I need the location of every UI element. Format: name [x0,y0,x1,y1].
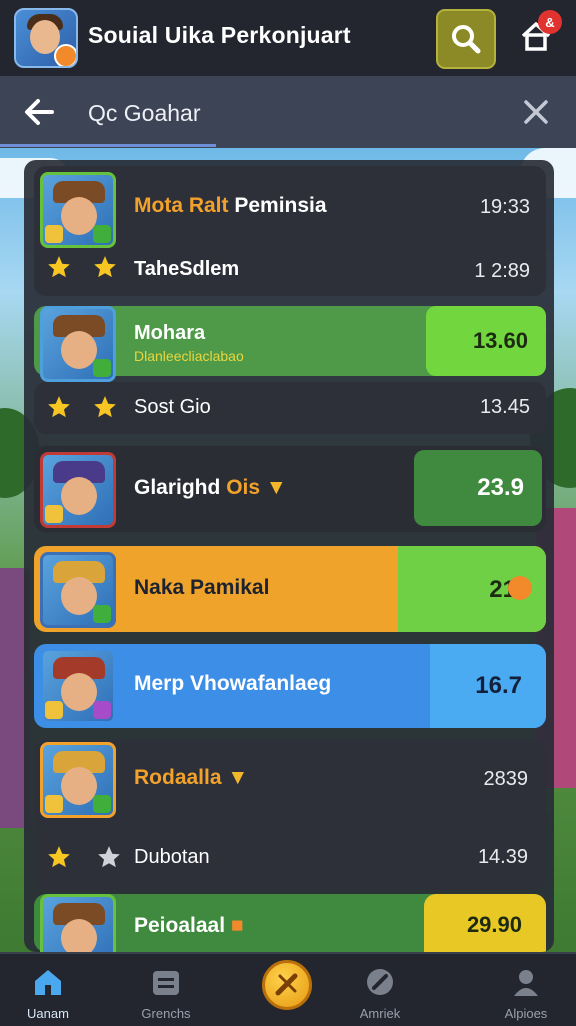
row-name-secondary: Ois [226,476,261,499]
list-item[interactable]: Peioalaal ■ 29.90 [34,894,546,952]
row-name: Rodaalla [134,766,222,789]
search-button[interactable] [436,9,496,69]
tag-icon: ■ [230,914,244,937]
row-value: 23.9 [477,474,524,501]
top-bar: Souial Uika Perkonjuart & [0,0,576,76]
list-item[interactable]: Sost Gio 13.45 [34,382,546,434]
row-value: 13.60 [472,328,528,353]
star-icon [98,846,120,868]
row-name: Peioalaal [134,914,226,937]
row-value: 2839 [483,768,529,790]
results-list: Mota Ralt Peminsia 19:33 TaheSdlem 1 2:8… [24,160,554,952]
row-value: 19:33 [479,196,530,218]
nav-grams[interactable]: Grenchs [118,960,214,1022]
star-icon [48,396,70,418]
list-item[interactable]: Glarighd Ois ▼ 23.9 [34,446,546,532]
grams-nav-icon [153,971,179,995]
level-badge [54,44,76,66]
row-name: Dubotan [134,846,210,868]
row-subtitle: Dlanleecliaclabao [134,348,244,364]
avatar [40,894,116,952]
star-icon [48,256,70,278]
avatar [40,742,116,818]
star-icon [48,846,70,868]
nav-grams-label: Grenchs [141,1006,191,1021]
list-item[interactable]: Mota Ralt Peminsia 19:33 TaheSdlem 1 2:8… [34,166,546,296]
avatar [40,552,116,628]
list-item[interactable]: Rodaalla ▼ 2839 Dubotan 14.39 [34,740,546,890]
app-title: Souial Uika Perkonjuart [88,22,351,48]
search-bar [0,76,576,148]
search-underline [0,144,216,147]
row-value: 13.45 [479,396,530,418]
star-icon [94,256,116,278]
avatar [40,648,116,724]
row-name-primary: Mota Ralt [134,194,229,217]
row-name-secondary: Peminsia [234,194,327,217]
home-nav-icon [35,970,61,995]
nav-home-label: Uanam [27,1006,69,1021]
coin-icon [508,576,532,600]
back-arrow-icon[interactable] [22,96,56,128]
row-name-primary: Glarighd [134,476,221,499]
apps-nav-icon [514,970,538,996]
nav-home[interactable]: Uanam [0,960,96,1022]
search-input[interactable] [88,98,388,128]
avatar [40,452,116,528]
row-value: 14.39 [477,846,528,868]
notification-badge: & [538,10,562,34]
row-value: 1 2:89 [474,260,530,282]
row-value: 29.90 [466,912,522,937]
market-nav-icon [367,969,393,995]
nav-market-label: Amriek [359,1006,401,1021]
row-name: TaheSdlem [134,258,240,280]
star-icon [94,396,116,418]
list-item[interactable]: Merp Vhowafanlaeg 16.7 [34,644,546,728]
list-item[interactable]: Mohara Dlanleecliaclabao 13.60 [34,306,546,382]
list-item[interactable]: Naka Pamikal 21 [34,546,546,632]
shield-icon: ▼ [227,766,249,789]
close-icon[interactable] [520,96,552,128]
nav-apps-label: Alpioes [504,1006,548,1021]
center-action-button[interactable] [262,960,312,1010]
row-name: Mohara [134,322,206,344]
avatar [40,306,116,382]
row-name: Naka Pamikal [134,576,270,599]
profile-avatar[interactable] [14,8,78,68]
row-value: 16.7 [475,672,522,699]
nav-market[interactable]: Amriek [332,960,428,1022]
search-icon [452,25,481,54]
row-name: Merp Vhowafanlaeg [134,672,332,695]
shield-icon: ▼ [265,476,287,499]
avatar [40,172,116,248]
nav-apps[interactable]: Alpioes [478,960,574,1022]
center-action-icon [275,973,298,996]
row-name: Sost Gio [134,396,211,418]
